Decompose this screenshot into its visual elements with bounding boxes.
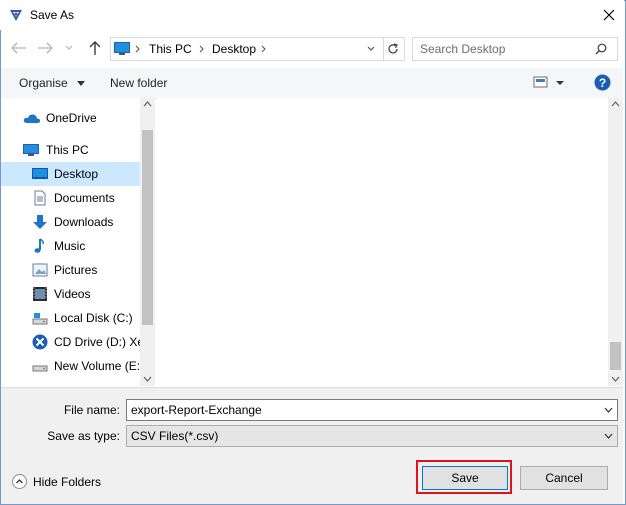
pc-icon xyxy=(114,42,130,56)
close-icon xyxy=(603,9,615,21)
file-list[interactable] xyxy=(157,98,608,386)
scroll-up-icon[interactable] xyxy=(143,101,152,107)
hide-folders-label: Hide Folders xyxy=(33,475,102,489)
nav-item-videos[interactable]: Videos xyxy=(1,282,141,306)
view-icon xyxy=(533,76,564,88)
breadcrumb-separator-icon[interactable] xyxy=(261,45,267,53)
nav-item-desktop[interactable]: Desktop xyxy=(1,162,141,186)
scroll-down-icon[interactable] xyxy=(143,376,152,382)
address-history-dropdown[interactable] xyxy=(367,46,375,52)
filename-input[interactable] xyxy=(127,400,605,420)
svg-text:?: ? xyxy=(599,76,606,90)
new-folder-button[interactable]: New folder xyxy=(110,76,167,90)
nav-item-local-disk-c[interactable]: Local Disk (C:) xyxy=(1,306,141,330)
caret-down-icon xyxy=(77,81,86,87)
documents-icon xyxy=(32,190,48,206)
refresh-button[interactable] xyxy=(382,37,405,61)
organise-menu[interactable]: Organise xyxy=(19,76,86,90)
back-button[interactable] xyxy=(10,38,28,58)
back-arrow-icon xyxy=(11,42,26,54)
breadcrumb-this-pc[interactable]: This PC xyxy=(149,42,192,56)
save-button[interactable]: Save xyxy=(422,466,508,490)
music-icon xyxy=(32,238,48,254)
help-button[interactable]: ? xyxy=(594,74,611,91)
scroll-down-icon[interactable] xyxy=(611,376,620,382)
breadcrumb-separator-icon xyxy=(135,45,141,53)
navigation-scroll-thumb[interactable] xyxy=(142,130,153,325)
file-list-scrollbar[interactable] xyxy=(608,98,623,386)
cancel-button[interactable]: Cancel xyxy=(520,466,608,490)
nav-item-documents[interactable]: Documents xyxy=(1,186,141,210)
chevron-down-icon xyxy=(65,45,73,50)
organise-label: Organise xyxy=(19,76,68,90)
title-bar: Save As xyxy=(0,0,624,30)
nav-item-music[interactable]: Music xyxy=(1,234,141,258)
forward-arrow-icon xyxy=(38,42,53,54)
chevron-down-icon xyxy=(604,433,612,439)
up-button[interactable] xyxy=(86,38,104,58)
file-list-scroll-thumb[interactable] xyxy=(610,342,621,370)
chevron-down-icon xyxy=(604,407,612,413)
command-bar: Organise New folder ? xyxy=(1,68,623,99)
filename-combo xyxy=(126,399,618,421)
help-icon: ? xyxy=(594,74,611,91)
address-bar[interactable]: This PC Desktop xyxy=(110,37,384,61)
savetype-label: Save as type: xyxy=(47,429,120,443)
nav-item-pictures[interactable]: Pictures xyxy=(1,258,141,282)
downloads-icon xyxy=(32,214,48,230)
nav-item-downloads[interactable]: Downloads xyxy=(1,210,141,234)
search-input[interactable] xyxy=(420,38,590,60)
up-arrow-icon xyxy=(89,41,101,55)
breadcrumb-desktop[interactable]: Desktop xyxy=(212,42,256,56)
savetype-value: CSV Files(*.csv) xyxy=(131,429,219,443)
drive-icon xyxy=(32,358,48,374)
savetype-select[interactable]: CSV Files(*.csv) xyxy=(126,425,618,447)
window-title: Save As xyxy=(30,8,75,22)
close-button[interactable] xyxy=(598,4,620,26)
nav-item-onedrive[interactable]: OneDrive xyxy=(1,106,141,130)
savetype-dropdown[interactable] xyxy=(601,428,615,444)
filename-label: File name: xyxy=(63,403,120,417)
chevron-down-icon xyxy=(367,46,375,51)
chevron-up-circle-icon xyxy=(12,474,27,489)
recent-locations-button[interactable] xyxy=(62,38,76,58)
search-icon[interactable] xyxy=(595,43,607,55)
filename-dropdown[interactable] xyxy=(601,402,615,418)
scroll-up-icon[interactable] xyxy=(611,101,620,107)
refresh-icon xyxy=(388,43,398,54)
pictures-icon xyxy=(32,262,48,278)
pc-icon xyxy=(23,142,39,158)
app-icon xyxy=(8,7,24,23)
navigation-pane: OneDrive This PC Desktop Documents Downl… xyxy=(1,98,155,386)
local-disk-icon xyxy=(32,310,48,326)
desktop-icon xyxy=(32,166,48,182)
cd-drive-icon xyxy=(32,334,48,350)
videos-icon xyxy=(32,286,48,302)
nav-item-this-pc[interactable]: This PC xyxy=(1,138,141,162)
breadcrumb-separator-icon xyxy=(199,45,205,53)
search-box xyxy=(412,37,618,61)
nav-item-new-volume-e[interactable]: New Volume (E:) xyxy=(1,354,144,378)
onedrive-icon xyxy=(23,110,41,126)
forward-button[interactable] xyxy=(36,38,54,58)
view-options-button[interactable] xyxy=(533,76,567,90)
navigation-scrollbar[interactable] xyxy=(140,98,155,386)
nav-item-cd-drive-d[interactable]: CD Drive (D:) Xer xyxy=(1,330,148,354)
